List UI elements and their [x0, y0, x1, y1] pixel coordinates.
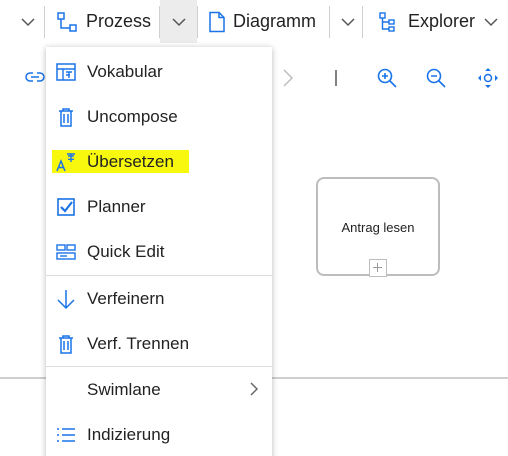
chevron-down-icon[interactable]	[482, 13, 500, 31]
menu-item-verf-trennen[interactable]: Verf. Trennen	[46, 321, 272, 365]
checkbox-icon	[57, 198, 75, 216]
fit-to-screen-icon[interactable]	[477, 67, 499, 89]
process-dropdown-menu: Vokabular Uncompose Übersetzen Planner Q…	[46, 47, 272, 456]
menu-item-swimlane[interactable]: Swimlane	[46, 367, 272, 411]
menu-item-label: Verf. Trennen	[87, 334, 190, 353]
expand-subprocess-icon[interactable]	[369, 259, 387, 277]
menu-item-planner[interactable]: Planner	[46, 184, 272, 228]
trash-icon	[59, 335, 73, 354]
menu-item-label: Swimlane	[87, 380, 161, 399]
process-menu-button[interactable]: Prozess	[56, 0, 151, 43]
top-toolbar: Prozess Diagramm Explorer	[0, 0, 508, 43]
toolbar-divider	[362, 6, 363, 38]
quick-edit-icon	[56, 244, 76, 260]
toolbar-divider	[335, 70, 337, 86]
toolbar-divider	[44, 6, 45, 38]
menu-item-uebersetzen[interactable]: Übersetzen	[46, 139, 272, 183]
diagram-label: Diagramm	[233, 11, 317, 31]
menu-item-label: Verfeinern	[87, 289, 165, 308]
toolbar-divider	[197, 6, 198, 38]
explorer-menu-button[interactable]: Explorer	[378, 0, 475, 43]
list-icon	[57, 428, 75, 442]
trash-icon	[59, 108, 73, 127]
toolbar-divider	[329, 6, 330, 38]
chevron-right-icon	[250, 382, 259, 396]
app-root: Prozess Diagramm Explorer Antrag lesen V…	[0, 0, 508, 456]
chevron-down-icon[interactable]	[339, 13, 357, 31]
menu-item-label: Uncompose	[87, 107, 178, 126]
tree-icon	[379, 11, 395, 32]
explorer-label: Explorer	[408, 11, 476, 31]
menu-item-quick-edit[interactable]: Quick Edit	[46, 229, 272, 273]
link-icon[interactable]	[24, 68, 46, 86]
vocabulary-icon	[56, 63, 76, 81]
chevron-down-icon	[172, 18, 186, 27]
process-icon	[57, 11, 77, 32]
menu-item-label: Vokabular	[87, 62, 163, 81]
menu-item-indizierung[interactable]: Indizierung	[46, 412, 272, 456]
menu-item-label: Übersetzen	[87, 152, 174, 171]
document-icon	[209, 11, 225, 32]
zoom-in-icon[interactable]	[376, 67, 398, 89]
menu-item-uncompose[interactable]: Uncompose	[46, 94, 272, 138]
chevron-down-icon[interactable]	[19, 13, 37, 31]
translate-icon	[56, 153, 75, 172]
chevron-right-icon[interactable]	[281, 68, 295, 88]
menu-item-label: Quick Edit	[87, 242, 165, 261]
zoom-out-icon[interactable]	[425, 67, 447, 89]
arrow-down-icon	[57, 290, 75, 310]
diagram-menu-button[interactable]: Diagramm	[207, 0, 316, 43]
menu-item-verfeinern[interactable]: Verfeinern	[46, 276, 272, 320]
process-dropdown-toggle[interactable]	[160, 0, 197, 43]
menu-item-label: Planner	[87, 197, 146, 216]
task-node[interactable]: Antrag lesen	[316, 177, 440, 277]
process-label: Prozess	[86, 11, 152, 31]
menu-item-vokabular[interactable]: Vokabular	[46, 49, 272, 93]
task-label: Antrag lesen	[341, 220, 415, 235]
menu-item-label: Indizierung	[87, 425, 171, 444]
